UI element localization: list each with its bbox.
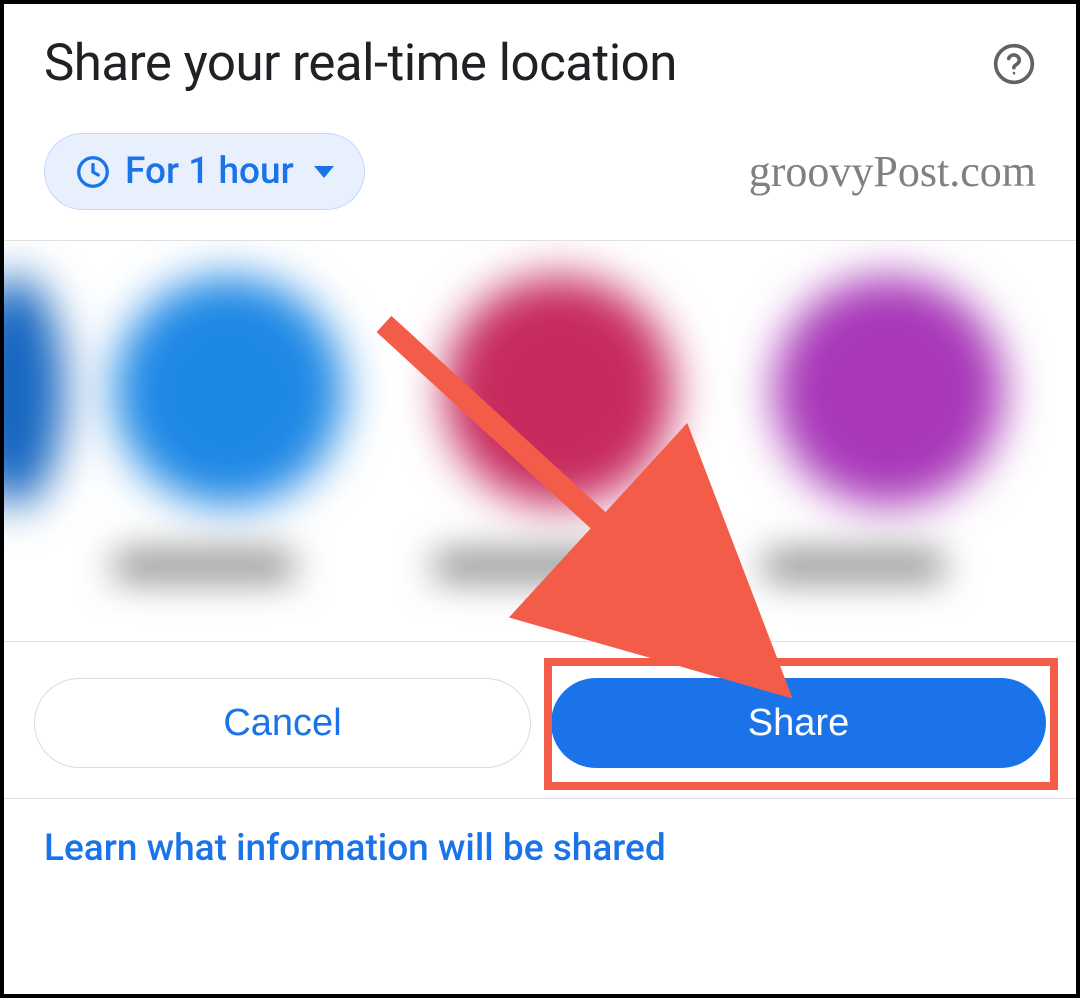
chevron-down-icon	[314, 166, 334, 178]
duration-row: For 1 hour groovyPost.com	[4, 113, 1076, 240]
contact-name-blurred	[764, 551, 944, 581]
action-buttons-row: Cancel Share	[4, 642, 1076, 798]
share-location-dialog: Share your real-time location For 1 hour…	[0, 0, 1080, 998]
watermark-text: groovyPost.com	[749, 146, 1036, 197]
duration-chip[interactable]: For 1 hour	[44, 133, 365, 210]
contact-avatar[interactable]	[114, 276, 344, 506]
dialog-header: Share your real-time location	[4, 4, 1076, 113]
contact-avatar[interactable]	[444, 276, 674, 506]
contact-avatar[interactable]	[4, 276, 64, 506]
duration-label: For 1 hour	[125, 150, 294, 193]
contact-avatar[interactable]	[774, 276, 1004, 506]
share-button[interactable]: Share	[551, 678, 1046, 768]
contacts-carousel[interactable]	[4, 241, 1076, 641]
cancel-button[interactable]: Cancel	[34, 678, 531, 768]
learn-more-link[interactable]: Learn what information will be shared	[44, 827, 666, 870]
contact-name-blurred	[434, 551, 614, 581]
dialog-title: Share your real-time location	[44, 34, 677, 93]
help-icon[interactable]	[992, 42, 1036, 86]
contact-name-blurred	[114, 551, 294, 581]
footer: Learn what information will be shared	[4, 799, 1076, 898]
clock-icon	[75, 154, 111, 190]
